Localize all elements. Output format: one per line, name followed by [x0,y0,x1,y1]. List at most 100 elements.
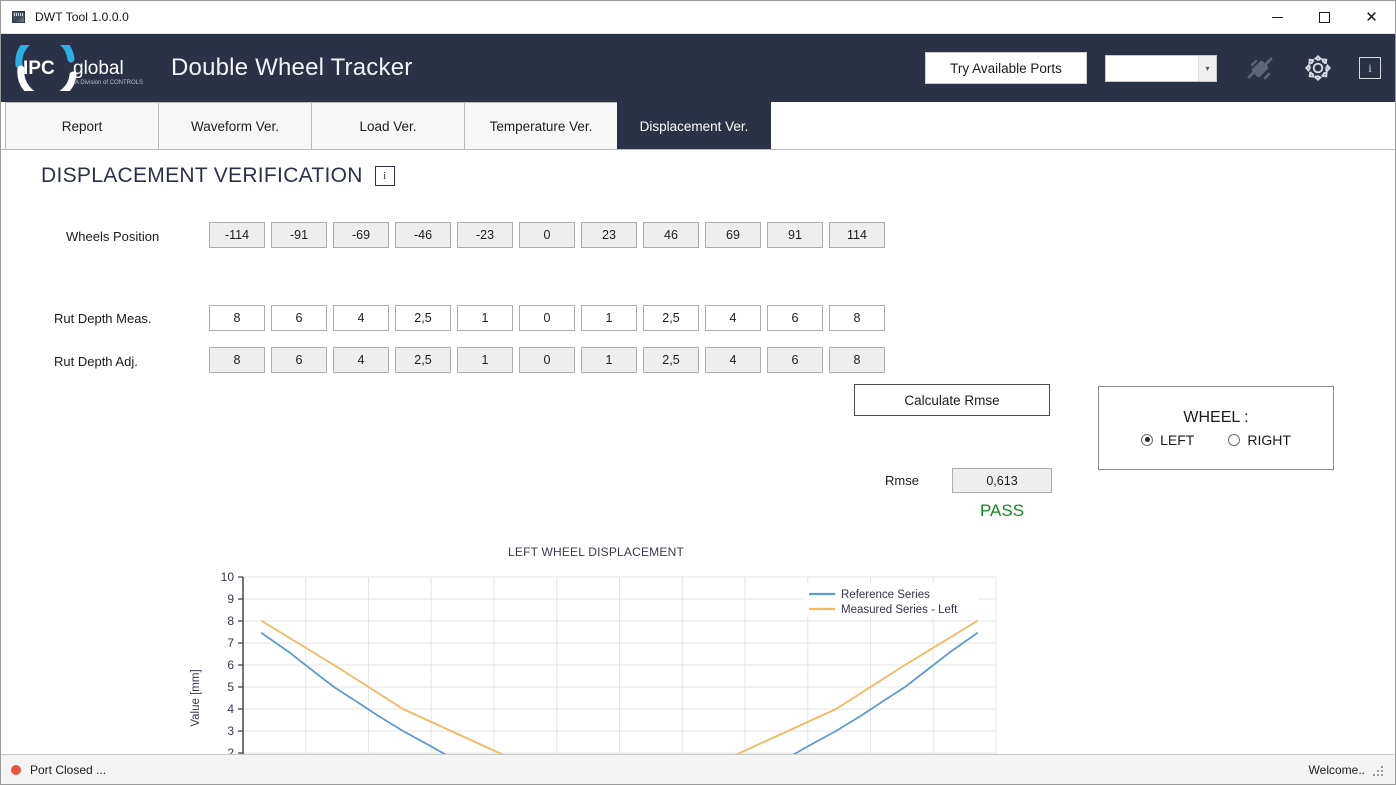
main-content: DISPLACEMENT VERIFICATION i Wheels Posit… [1,150,1395,754]
y-tick-label-3: 3 [227,724,234,738]
radio-right-indicator [1228,434,1240,446]
rut-depth-adj-label: Rut Depth Adj. [54,354,138,369]
try-available-ports-button[interactable]: Try Available Ports [925,52,1087,84]
application-window: DWT Tool 1.0.0.0 ✕ IPC global A Division… [0,0,1396,785]
wheels-position-cell-6[interactable]: 23 [581,222,637,248]
rut-depth-adj-cell-6[interactable]: 1 [581,347,637,373]
rut-depth-adj-row: 8642,51012,5468 [209,347,885,373]
svg-text:IPC: IPC [23,58,55,79]
app-title: Double Wheel Tracker [171,54,412,82]
y-tick-label-6: 6 [227,658,234,672]
rut-depth-meas-cell-0[interactable]: 8 [209,305,265,331]
wheels-position-cell-8[interactable]: 69 [705,222,761,248]
rmse-value: 0,613 [952,468,1052,493]
rut-depth-meas-cell-7[interactable]: 2,5 [643,305,699,331]
resize-grip[interactable] [1373,764,1385,776]
close-icon: ✕ [1365,10,1378,25]
ipc-global-logo: IPC global A Division of CONTROLS [15,45,147,91]
svg-text:global: global [73,58,124,79]
rut-depth-adj-cell-1[interactable]: 6 [271,347,327,373]
rut-depth-meas-cell-10[interactable]: 8 [829,305,885,331]
radio-wheel-left[interactable]: LEFT [1141,432,1194,448]
wheel-selection-panel: WHEEL : LEFT RIGHT [1098,386,1334,470]
rut-depth-meas-cell-9[interactable]: 6 [767,305,823,331]
wheels-position-cell-3[interactable]: -46 [395,222,451,248]
rut-depth-meas-cell-1[interactable]: 6 [271,305,327,331]
y-tick-label-8: 8 [227,614,234,628]
wheels-position-cell-10[interactable]: 114 [829,222,885,248]
page-title-text: DISPLACEMENT VERIFICATION [41,164,363,188]
minimize-button[interactable] [1254,1,1301,34]
rut-depth-meas-row: 8642,51012,5468 [209,305,885,331]
wheel-panel-title: WHEEL : [1183,409,1248,427]
rut-depth-adj-cell-9[interactable]: 6 [767,347,823,373]
close-button[interactable]: ✕ [1348,1,1395,34]
welcome-text: Welcome.. [1309,763,1365,777]
window-title: DWT Tool 1.0.0.0 [35,10,129,24]
radio-left-label: LEFT [1160,432,1194,448]
info-icon[interactable]: i [1359,57,1381,79]
wheels-position-cell-4[interactable]: -23 [457,222,513,248]
y-tick-label-2: 2 [227,746,234,754]
rut-depth-adj-cell-8[interactable]: 4 [705,347,761,373]
window-controls: ✕ [1254,1,1395,34]
rmse-label: Rmse [885,473,919,488]
port-status-text: Port Closed ... [30,763,106,777]
tab-bar: Report Waveform Ver. Load Ver. Temperatu… [1,102,1395,150]
wheels-position-cell-5[interactable]: 0 [519,222,575,248]
wheels-position-row: -114-91-69-46-23023466991114 [209,222,885,248]
tab-displacement-ver[interactable]: Displacement Ver. [617,102,771,149]
calculate-rmse-button[interactable]: Calculate Rmse [854,384,1050,416]
rut-depth-meas-cell-4[interactable]: 1 [457,305,513,331]
wheel-radio-group: LEFT RIGHT [1141,432,1291,448]
y-tick-label-5: 5 [227,680,234,694]
port-status-led [11,765,21,775]
chevron-down-icon: ▾ [1198,56,1216,81]
tab-load-ver[interactable]: Load Ver. [311,102,465,149]
rut-depth-adj-cell-7[interactable]: 2,5 [643,347,699,373]
rut-depth-meas-label: Rut Depth Meas. [54,311,152,326]
chart-canvas: -1012345678910-120-100-80-60-40-20020406… [181,561,1011,754]
rut-depth-adj-cell-3[interactable]: 2,5 [395,347,451,373]
y-tick-label-9: 9 [227,592,234,606]
application-icon [11,9,27,25]
rmse-result-status: PASS [952,501,1052,521]
radio-right-label: RIGHT [1247,432,1291,448]
wheels-position-cell-1[interactable]: -91 [271,222,327,248]
wheels-position-cell-0[interactable]: -114 [209,222,265,248]
wheels-position-cell-7[interactable]: 46 [643,222,699,248]
rut-depth-adj-cell-10[interactable]: 8 [829,347,885,373]
chart-title: LEFT WHEEL DISPLACEMENT [181,545,1011,559]
rut-depth-meas-cell-5[interactable]: 0 [519,305,575,331]
rut-depth-adj-cell-4[interactable]: 1 [457,347,513,373]
rut-depth-adj-cell-2[interactable]: 4 [333,347,389,373]
svg-text:A Division of CONTROLS: A Division of CONTROLS [75,80,143,86]
gear-icon[interactable] [1303,53,1333,83]
page-info-icon[interactable]: i [375,166,395,186]
rut-depth-meas-cell-3[interactable]: 2,5 [395,305,451,331]
legend-label-0: Reference Series [841,589,930,601]
tab-temperature-ver[interactable]: Temperature Ver. [464,102,618,149]
y-tick-label-7: 7 [227,636,234,650]
rut-depth-meas-cell-8[interactable]: 4 [705,305,761,331]
wheels-position-cell-2[interactable]: -69 [333,222,389,248]
tab-report[interactable]: Report [5,102,159,149]
radio-wheel-right[interactable]: RIGHT [1228,432,1291,448]
displacement-chart: LEFT WHEEL DISPLACEMENT -1012345678910-1… [181,545,1011,754]
maximize-button[interactable] [1301,1,1348,34]
rut-depth-meas-cell-6[interactable]: 1 [581,305,637,331]
title-bar: DWT Tool 1.0.0.0 ✕ [1,1,1395,34]
rut-depth-adj-cell-5[interactable]: 0 [519,347,575,373]
tab-waveform-ver[interactable]: Waveform Ver. [158,102,312,149]
wheels-position-cell-9[interactable]: 91 [767,222,823,248]
wheels-position-label: Wheels Position [66,229,159,244]
y-tick-label-4: 4 [227,702,234,716]
connect-plug-icon[interactable] [1243,53,1277,83]
port-select[interactable]: ▾ [1105,55,1217,82]
rut-depth-meas-cell-2[interactable]: 4 [333,305,389,331]
page-title: DISPLACEMENT VERIFICATION i [41,164,395,188]
rut-depth-adj-cell-0[interactable]: 8 [209,347,265,373]
status-bar: Port Closed ... Welcome.. [1,754,1395,784]
legend-label-1: Measured Series - Left [841,604,958,616]
app-header: IPC global A Division of CONTROLS Double… [1,34,1395,102]
